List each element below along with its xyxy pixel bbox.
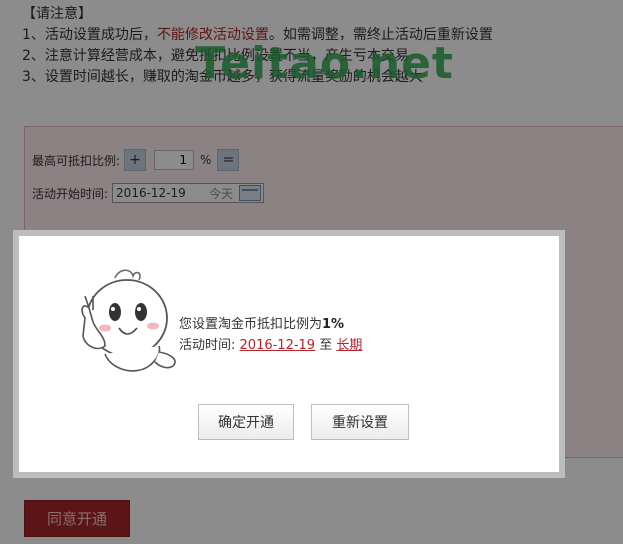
confirm-dialog: 您设置淘金币抵扣比例为1% 活动时间: 2016-12-19 至 长期 确定开通… — [19, 236, 559, 472]
reset-settings-button[interactable]: 重新设置 — [311, 404, 409, 440]
dialog-message: 您设置淘金币抵扣比例为1% 活动时间: 2016-12-19 至 长期 — [179, 314, 362, 356]
dialog-ratio-line: 您设置淘金币抵扣比例为1% — [179, 317, 345, 332]
dialog-ratio-value: 1% — [322, 317, 345, 332]
mascot-icon — [81, 269, 176, 372]
dialog-end-link[interactable]: 长期 — [336, 338, 362, 353]
dialog-time-line: 活动时间: 2016-12-19 至 长期 — [179, 338, 363, 353]
confirm-activate-button[interactable]: 确定开通 — [198, 404, 294, 440]
dialog-start-date-link[interactable]: 2016-12-19 — [240, 338, 316, 353]
